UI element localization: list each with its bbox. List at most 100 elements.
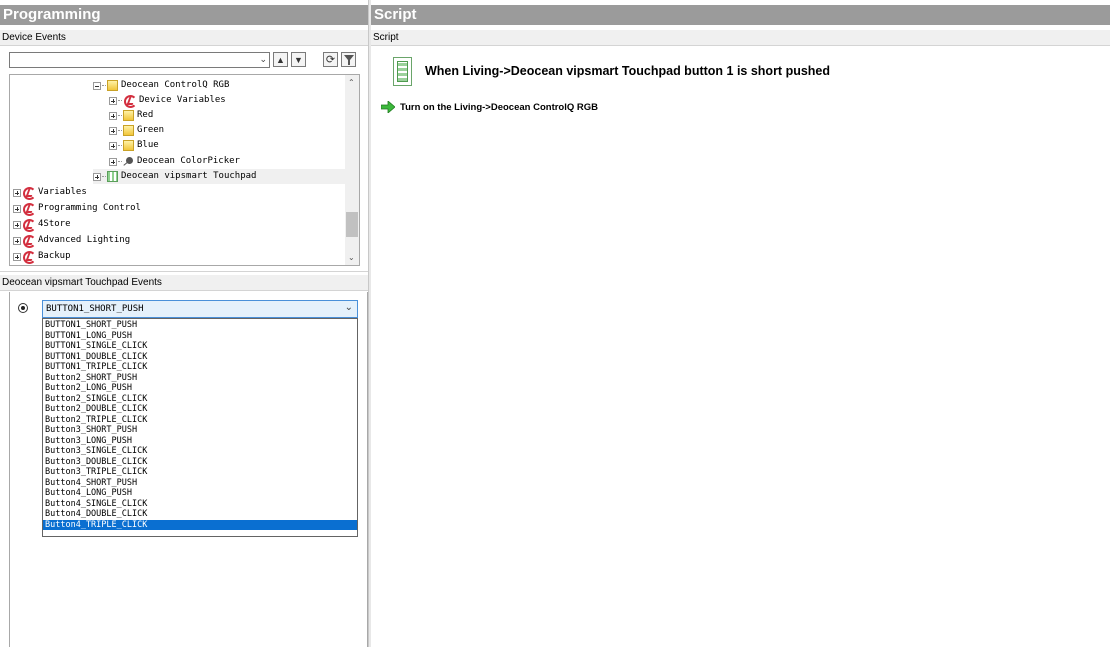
event-dropdown-list[interactable]: BUTTON1_SHORT_PUSH BUTTON1_LONG_PUSH BUT… [42, 318, 358, 537]
touchpad-device-icon [393, 57, 412, 86]
action-text[interactable]: Turn on the Living->Deocean ControlQ RGB [400, 102, 598, 113]
refresh-icon: ⟳ [325, 54, 336, 66]
tree-item-deocean-controlq-rgb[interactable]: Deocean ControlQ RGB [93, 78, 229, 93]
tree-item-programming-control[interactable]: Programming Control [13, 201, 141, 216]
tree-item-label: Red [137, 110, 154, 120]
scroll-down-arrow-icon[interactable]: ⌄ [348, 253, 355, 262]
dropdown-option[interactable]: Button4_SINGLE_CLICK [43, 499, 357, 510]
scroll-up-arrow-icon[interactable]: ⌃ [348, 78, 355, 87]
4store-logo-icon [22, 250, 36, 264]
tree-item-label: Deocean vipsmart Touchpad [121, 171, 257, 181]
radio-dot-icon [21, 306, 25, 310]
touchpad-events-label: Deocean vipsmart Touchpad Events [2, 277, 162, 288]
tree-item-label: Programming Control [38, 203, 141, 213]
dropdown-option[interactable]: BUTTON1_DOUBLE_CLICK [43, 352, 357, 363]
dropdown-option[interactable]: Button3_SHORT_PUSH [43, 425, 357, 436]
tree-scrollbar[interactable]: ⌃ ⌄ [345, 75, 359, 265]
dropdown-option[interactable]: Button2_TRIPLE_CLICK [43, 415, 357, 426]
tree-item-backup[interactable]: Backup [13, 249, 71, 264]
expand-icon[interactable] [109, 157, 117, 166]
section-divider [0, 271, 368, 272]
dropdown-option[interactable]: Button3_DOUBLE_CLICK [43, 457, 357, 468]
tree-item-label: Backup [38, 251, 71, 261]
tree-item-advanced-lighting[interactable]: Advanced Lighting [13, 233, 130, 248]
collapse-icon[interactable] [93, 81, 101, 90]
4store-logo-icon [22, 234, 36, 248]
tree-item-label: Blue [137, 140, 159, 150]
expand-icon[interactable] [13, 236, 21, 245]
action-arrow-icon [381, 101, 395, 113]
dropdown-option[interactable]: Button2_DOUBLE_CLICK [43, 404, 357, 415]
dropdown-option[interactable]: Button4_LONG_PUSH [43, 488, 357, 499]
dropdown-option[interactable]: Button3_LONG_PUSH [43, 436, 357, 447]
dropdown-option[interactable]: Button3_SINGLE_CLICK [43, 446, 357, 457]
tree-item-variables[interactable]: Variables [13, 185, 87, 200]
tree-item-label: Green [137, 125, 165, 135]
dropdown-option[interactable]: Button2_SINGLE_CLICK [43, 394, 357, 405]
refresh-button[interactable]: ⟳ [323, 52, 338, 67]
panel-splitter[interactable] [368, 0, 371, 647]
tree-item-deocean-colorpicker[interactable]: Deocean ColorPicker [109, 154, 240, 169]
event-radio-button[interactable] [18, 303, 28, 313]
tree-item-label: Device Variables [139, 95, 226, 105]
events-area-left-border [9, 292, 10, 647]
tree-item-label: Deocean ColorPicker [137, 156, 240, 166]
expand-icon[interactable] [13, 204, 21, 213]
4store-logo-icon [22, 218, 36, 232]
filter-button[interactable] [341, 52, 356, 67]
folder-device-icon [107, 80, 118, 91]
tree-item-deocean-vipsmart-touchpad[interactable]: Deocean vipsmart Touchpad [93, 169, 349, 184]
programming-title: Programming [3, 6, 101, 23]
4store-logo-icon [22, 202, 36, 216]
expand-icon[interactable] [109, 141, 117, 150]
tree-item-device-variables[interactable]: Device Variables [109, 93, 226, 108]
dropdown-option[interactable]: Button4_SHORT_PUSH [43, 478, 357, 489]
expand-icon[interactable] [109, 96, 117, 105]
tree-item-blue[interactable]: Blue [109, 138, 159, 153]
dropdown-option[interactable]: Button4_DOUBLE_CLICK [43, 509, 357, 520]
dropdown-option[interactable]: Button2_LONG_PUSH [43, 383, 357, 394]
chevron-down-icon[interactable]: ⌄ [345, 302, 353, 313]
navigate-down-button[interactable]: ▼ [291, 52, 306, 67]
dropdown-option[interactable]: BUTTON1_SHORT_PUSH [43, 320, 357, 331]
dropdown-option[interactable]: BUTTON1_TRIPLE_CLICK [43, 362, 357, 373]
chevron-up-icon: ▲ [276, 54, 285, 65]
search-dropdown-arrow-icon[interactable]: ⌄ [259, 54, 267, 65]
folder-device-icon [123, 110, 134, 121]
4store-logo-icon [22, 186, 36, 200]
dropdown-option[interactable]: Button3_TRIPLE_CLICK [43, 467, 357, 478]
programming-panel-header: Programming [0, 5, 368, 25]
tree-item-label: Advanced Lighting [38, 235, 131, 245]
folder-device-icon [123, 125, 134, 136]
device-tree[interactable]: Deocean ControlQ RGB Device Variables Re… [9, 74, 360, 266]
event-select-value: BUTTON1_SHORT_PUSH [46, 304, 144, 314]
chevron-down-icon: ▼ [294, 54, 303, 65]
4store-logo-icon [123, 94, 137, 108]
device-events-header: Device Events [0, 30, 368, 46]
color-picker-icon [123, 156, 134, 167]
tree-item-label: 4Store [38, 219, 71, 229]
tree-scrollbar-thumb[interactable] [346, 212, 358, 237]
device-search-input[interactable]: ⌄ [9, 52, 270, 68]
event-select[interactable]: BUTTON1_SHORT_PUSH ⌄ [42, 300, 358, 318]
expand-icon[interactable] [93, 172, 101, 181]
script-panel-header: Script [371, 5, 1110, 25]
tree-item-green[interactable]: Green [109, 123, 164, 138]
expand-icon[interactable] [13, 220, 21, 229]
dropdown-option-highlighted[interactable]: Button4_TRIPLE_CLICK [43, 519, 357, 530]
tree-item-red[interactable]: Red [109, 108, 153, 123]
expand-icon[interactable] [109, 126, 117, 135]
dropdown-option[interactable]: BUTTON1_SINGLE_CLICK [43, 341, 357, 352]
touchpad-events-header: Deocean vipsmart Touchpad Events [0, 275, 368, 291]
tree-item-label: Variables [38, 187, 87, 197]
script-title: Script [374, 6, 417, 23]
tree-item-4store[interactable]: 4Store [13, 217, 71, 232]
expand-icon[interactable] [13, 252, 21, 261]
expand-icon[interactable] [109, 111, 117, 120]
dropdown-option[interactable]: Button2_SHORT_PUSH [43, 373, 357, 384]
navigate-up-button[interactable]: ▲ [273, 52, 288, 67]
dropdown-option[interactable]: BUTTON1_LONG_PUSH [43, 331, 357, 342]
script-subheader-label: Script [373, 32, 399, 43]
expand-icon[interactable] [13, 188, 21, 197]
when-trigger-text[interactable]: When Living->Deocean vipsmart Touchpad b… [425, 64, 830, 78]
